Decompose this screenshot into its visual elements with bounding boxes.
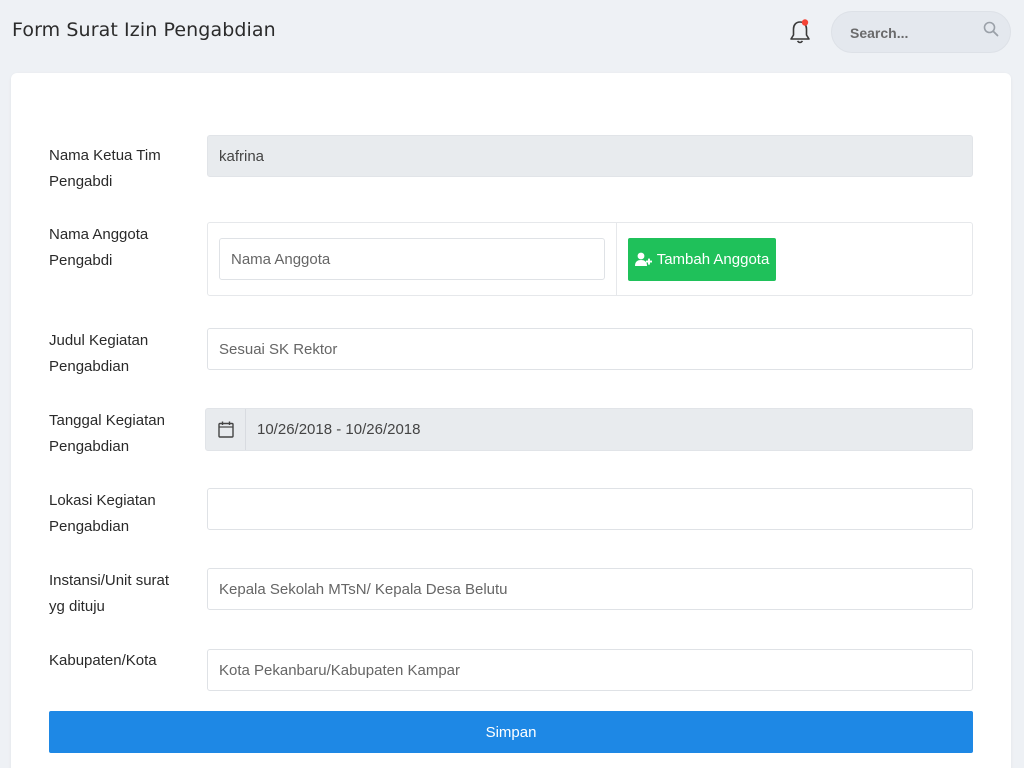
instansi-label: Instansi/Unit surat yg dituju [49, 572, 170, 615]
judul-label: Judul Kegiatan Pengabdian [49, 332, 149, 375]
lokasi-label: Lokasi Kegiatan Pengabdian [49, 492, 156, 535]
save-button[interactable]: Simpan [49, 711, 973, 753]
user-plus-icon [634, 252, 652, 266]
page-title: Form Surat Izin Pengabdian [12, 19, 276, 41]
lokasi-input[interactable] [207, 488, 973, 530]
date-range-value: 10/26/2018 - 10/26/2018 [257, 421, 421, 438]
ketua-label: Nama Ketua Tim Pengabdi [49, 147, 161, 190]
anggota-divider [616, 223, 617, 295]
tanggal-label: Tanggal Kegiatan Pengabdian [49, 412, 165, 455]
anggota-input[interactable] [219, 238, 605, 280]
kabupaten-label: Kabupaten/Kota [49, 652, 157, 669]
instansi-input[interactable] [207, 568, 973, 610]
notification-dot [801, 19, 809, 26]
notification-button[interactable] [787, 18, 813, 46]
top-bar: Form Surat Izin Pengabdian [0, 0, 1024, 64]
add-member-label: Tambah Anggota [656, 251, 770, 268]
kabupaten-input[interactable] [207, 649, 973, 691]
calendar-icon [217, 421, 234, 438]
anggota-label: Nama Anggota Pengabdi [49, 226, 149, 269]
judul-input[interactable] [207, 328, 973, 370]
search-input[interactable] [850, 22, 980, 44]
date-picker-button[interactable] [206, 409, 246, 450]
ketua-field[interactable] [207, 135, 973, 177]
date-range-field[interactable]: 10/26/2018 - 10/26/2018 [205, 408, 973, 451]
bell-icon [790, 19, 810, 44]
add-member-button[interactable]: Tambah Anggota [628, 238, 776, 281]
search-icon[interactable] [982, 20, 1000, 38]
